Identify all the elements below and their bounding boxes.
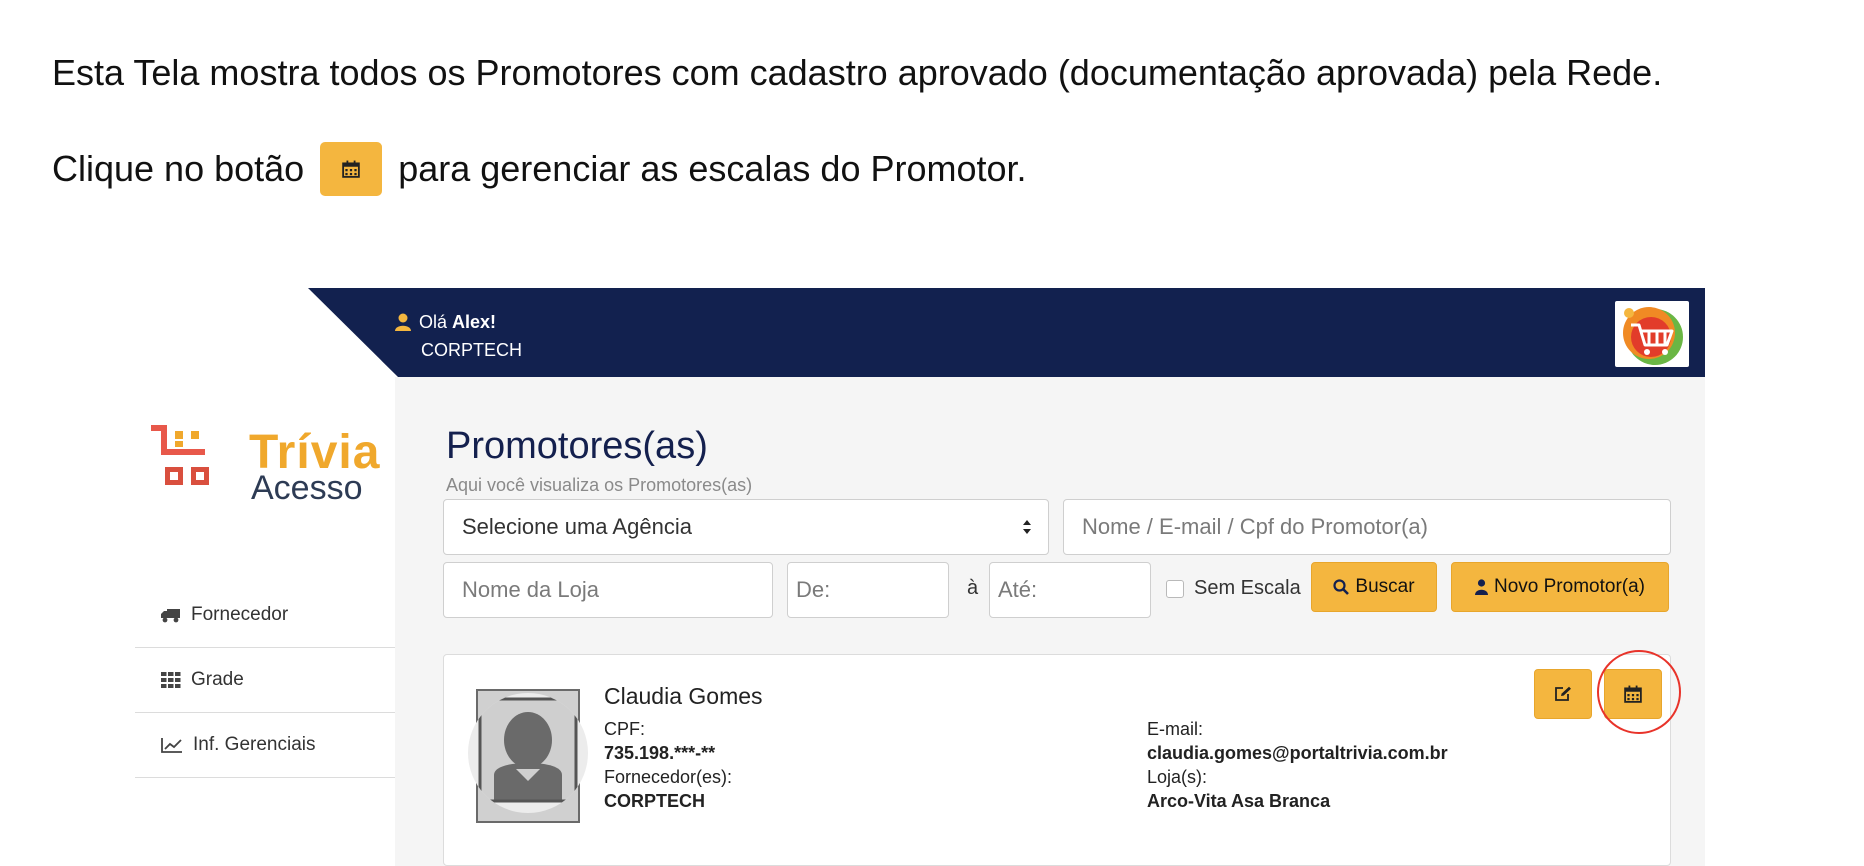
page-subtitle: Aqui você visualiza os Promotores(as) <box>446 475 753 495</box>
sidebar-nav: Fornecedor Grade Inf. Gerenciais <box>135 583 397 778</box>
sort-arrows-icon <box>1023 520 1031 534</box>
calendar-icon <box>1624 685 1642 703</box>
brand-mark-icon <box>151 425 209 485</box>
user-greeting: Olá Alex! CORPTECH <box>395 308 522 364</box>
sidebar-item-grade[interactable]: Grade <box>135 648 397 713</box>
header-background <box>308 288 1705 377</box>
new-promoter-button-label: Novo Promotor(a) <box>1494 576 1645 597</box>
search-icon <box>1333 579 1350 595</box>
user-name: Alex! <box>452 312 497 332</box>
date-from-input[interactable]: De: <box>787 562 949 618</box>
cpf-value: 735.198.***-** <box>604 743 716 763</box>
instruction-line-1: Esta Tela mostra todos os Promotores com… <box>52 52 1663 93</box>
top-header-bar: Olá Alex! CORPTECH <box>135 288 1705 377</box>
stores-label: Loja(s): <box>1147 767 1208 787</box>
sidebar: Trívia Acesso Fornecedor Grade Inf. Gere… <box>135 377 397 866</box>
instruction-line-2: Clique no botão para gerenciar as escala… <box>52 142 1027 196</box>
user-icon <box>395 313 411 331</box>
promoter-avatar <box>468 693 588 813</box>
page-title: Promotores(as) <box>446 425 708 467</box>
new-promoter-button[interactable]: Novo Promotor(a) <box>1451 562 1669 612</box>
truck-icon <box>161 609 180 623</box>
sidebar-item-label: Inf. Gerenciais <box>193 734 316 755</box>
cpf-label: CPF: <box>604 719 646 739</box>
sidebar-item-label: Fornecedor <box>191 604 289 625</box>
shopping-cart-icon <box>1623 307 1683 365</box>
suppliers-label: Fornecedor(es): <box>604 767 733 787</box>
brand-name-acesso: Acesso <box>251 469 363 507</box>
grid-icon <box>161 672 181 688</box>
agency-select-value: Selecione uma Agência <box>462 514 692 539</box>
email-value: claudia.gomes@portaltrivia.com.br <box>1147 743 1448 763</box>
inline-calendar-button-example <box>320 142 383 196</box>
greeting-prefix: Olá <box>419 312 453 332</box>
user-icon <box>1475 579 1488 595</box>
shopping-cart-logo[interactable] <box>1615 301 1689 367</box>
search-placeholder: Nome / E-mail / Cpf do Promotor(a) <box>1082 514 1428 539</box>
main-content: Promotores(as) Aqui você visualiza os Pr… <box>395 377 1705 866</box>
stores-value: Arco-Vita Asa Branca <box>1147 791 1331 811</box>
manage-schedule-button[interactable] <box>1604 669 1662 719</box>
store-placeholder: Nome da Loja <box>462 577 599 602</box>
date-to-input[interactable]: Até: <box>989 562 1151 618</box>
line-chart-icon <box>161 738 182 753</box>
instruction-line-2-end: para gerenciar as escalas do Promotor. <box>398 148 1027 189</box>
email-label: E-mail: <box>1147 719 1204 739</box>
company-name: CORPTECH <box>421 340 523 360</box>
sidebar-item-fornecedor[interactable]: Fornecedor <box>135 583 397 648</box>
date-range-separator: à <box>967 577 979 599</box>
no-scale-label: Sem Escala <box>1194 577 1301 599</box>
edit-icon <box>1555 686 1571 701</box>
instruction-line-2-start: Clique no botão <box>52 148 305 189</box>
app-screenshot: Olá Alex! CORPTECH Trívia Acesso Fornece… <box>135 288 1705 866</box>
edit-promoter-button[interactable] <box>1534 669 1592 719</box>
promoter-name: Claudia Gomes <box>604 683 763 709</box>
to-placeholder: Até: <box>998 577 1038 602</box>
trivia-acesso-logo: Trívia Acesso <box>151 425 391 509</box>
promoter-search-input[interactable]: Nome / E-mail / Cpf do Promotor(a) <box>1063 499 1671 555</box>
agency-select[interactable]: Selecione uma Agência <box>443 499 1049 555</box>
store-name-input[interactable]: Nome da Loja <box>443 562 773 618</box>
sidebar-item-label: Grade <box>191 669 244 690</box>
sidebar-item-inf-gerenciais[interactable]: Inf. Gerenciais <box>135 713 397 778</box>
no-scale-checkbox[interactable] <box>1166 579 1184 598</box>
search-button-label: Buscar <box>1355 576 1415 597</box>
search-button[interactable]: Buscar <box>1311 562 1437 612</box>
person-silhouette-icon <box>478 697 578 803</box>
calendar-icon <box>342 160 360 178</box>
promoter-card: Claudia Gomes CPF: 735.198.***-** Fornec… <box>443 650 1681 866</box>
from-placeholder: De: <box>796 577 831 602</box>
suppliers-value: CORPTECH <box>604 791 706 811</box>
no-scale-filter: Sem Escala <box>1166 577 1301 600</box>
